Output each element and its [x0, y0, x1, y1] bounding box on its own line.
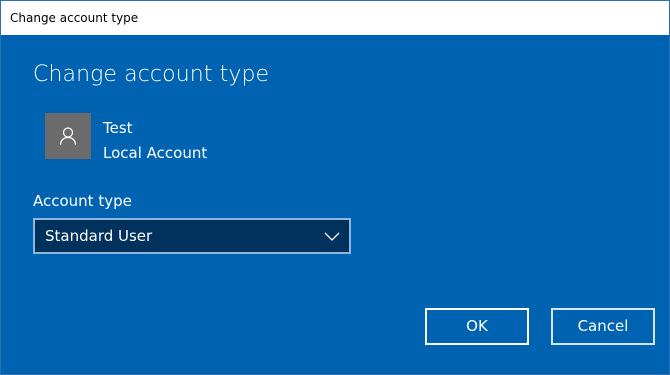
window-title: Change account type [1, 1, 669, 35]
user-name: Test [103, 119, 133, 137]
chevron-down-icon [324, 232, 340, 241]
ok-button[interactable]: OK [425, 308, 529, 345]
account-type-label: Account type [33, 192, 132, 210]
user-silhouette-icon [59, 127, 77, 146]
dialog-content: Change account type Test Local Account A… [1, 35, 669, 374]
dialog-heading: Change account type [33, 62, 270, 87]
account-kind: Local Account [103, 144, 208, 162]
account-type-selected-value: Standard User [45, 227, 153, 245]
avatar [45, 113, 91, 159]
user-text: Test Local Account [103, 116, 207, 166]
change-account-type-window: Change account type Change account type … [0, 0, 670, 375]
cancel-button[interactable]: Cancel [551, 308, 655, 345]
user-info: Test Local Account [45, 113, 207, 166]
account-type-dropdown[interactable]: Standard User [33, 218, 351, 254]
